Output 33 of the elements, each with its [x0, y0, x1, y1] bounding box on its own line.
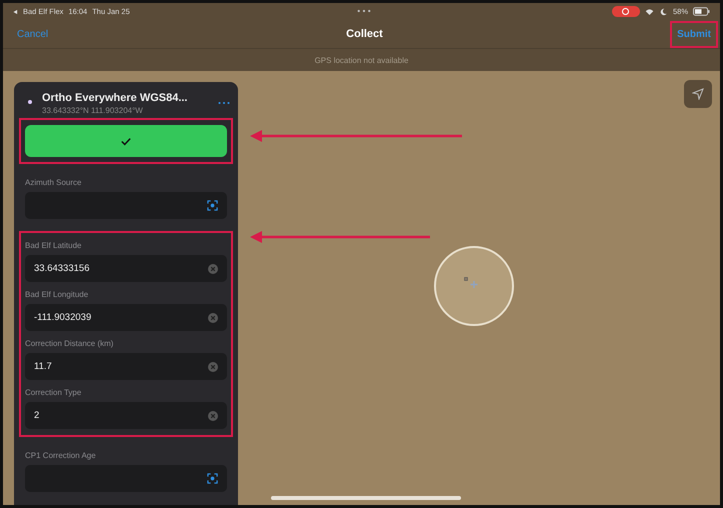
gps-status-message: GPS location not available — [314, 56, 408, 64]
moon-icon — [658, 8, 668, 16]
crosshair-icon — [464, 277, 480, 289]
field-label: Correction Distance (km) — [25, 339, 114, 348]
input-field[interactable]: -111.9032039 — [25, 304, 227, 331]
clear-icon[interactable] — [208, 264, 218, 274]
more-dots-icon[interactable] — [357, 9, 371, 13]
screen-title: Collect — [346, 28, 383, 40]
field-label: Correction Type — [25, 388, 82, 397]
more-icon[interactable] — [218, 101, 230, 105]
input-field[interactable] — [25, 192, 227, 219]
coordinates-text: 33.643332°N 111.903204°W — [42, 106, 144, 115]
field-label: Bad Elf Longitude — [25, 290, 90, 299]
clear-icon[interactable] — [208, 362, 218, 372]
input-field[interactable]: 2 — [25, 402, 227, 429]
location-button[interactable] — [684, 80, 712, 108]
wifi-icon — [644, 8, 654, 16]
battery-icon — [693, 7, 710, 16]
location-arrow-icon — [692, 88, 704, 100]
field-label: CP1 Correction Age — [25, 451, 97, 460]
scan-icon[interactable] — [207, 473, 218, 484]
back-arrow-icon[interactable] — [13, 8, 18, 14]
clear-icon[interactable] — [208, 312, 218, 322]
input-field[interactable]: 33.64333156 — [25, 255, 227, 282]
clear-icon[interactable] — [208, 410, 218, 420]
field-label: Azimuth Source — [25, 178, 82, 187]
field-label: Bad Elf Latitude — [25, 241, 82, 250]
input-field[interactable]: 11.7 — [25, 353, 227, 380]
status-dot-icon — [28, 100, 32, 104]
scan-icon[interactable] — [207, 200, 218, 211]
checkmark-icon — [121, 136, 131, 146]
input-field[interactable] — [25, 465, 227, 492]
layer-title: Ortho Everywhere WGS84... — [42, 92, 188, 104]
